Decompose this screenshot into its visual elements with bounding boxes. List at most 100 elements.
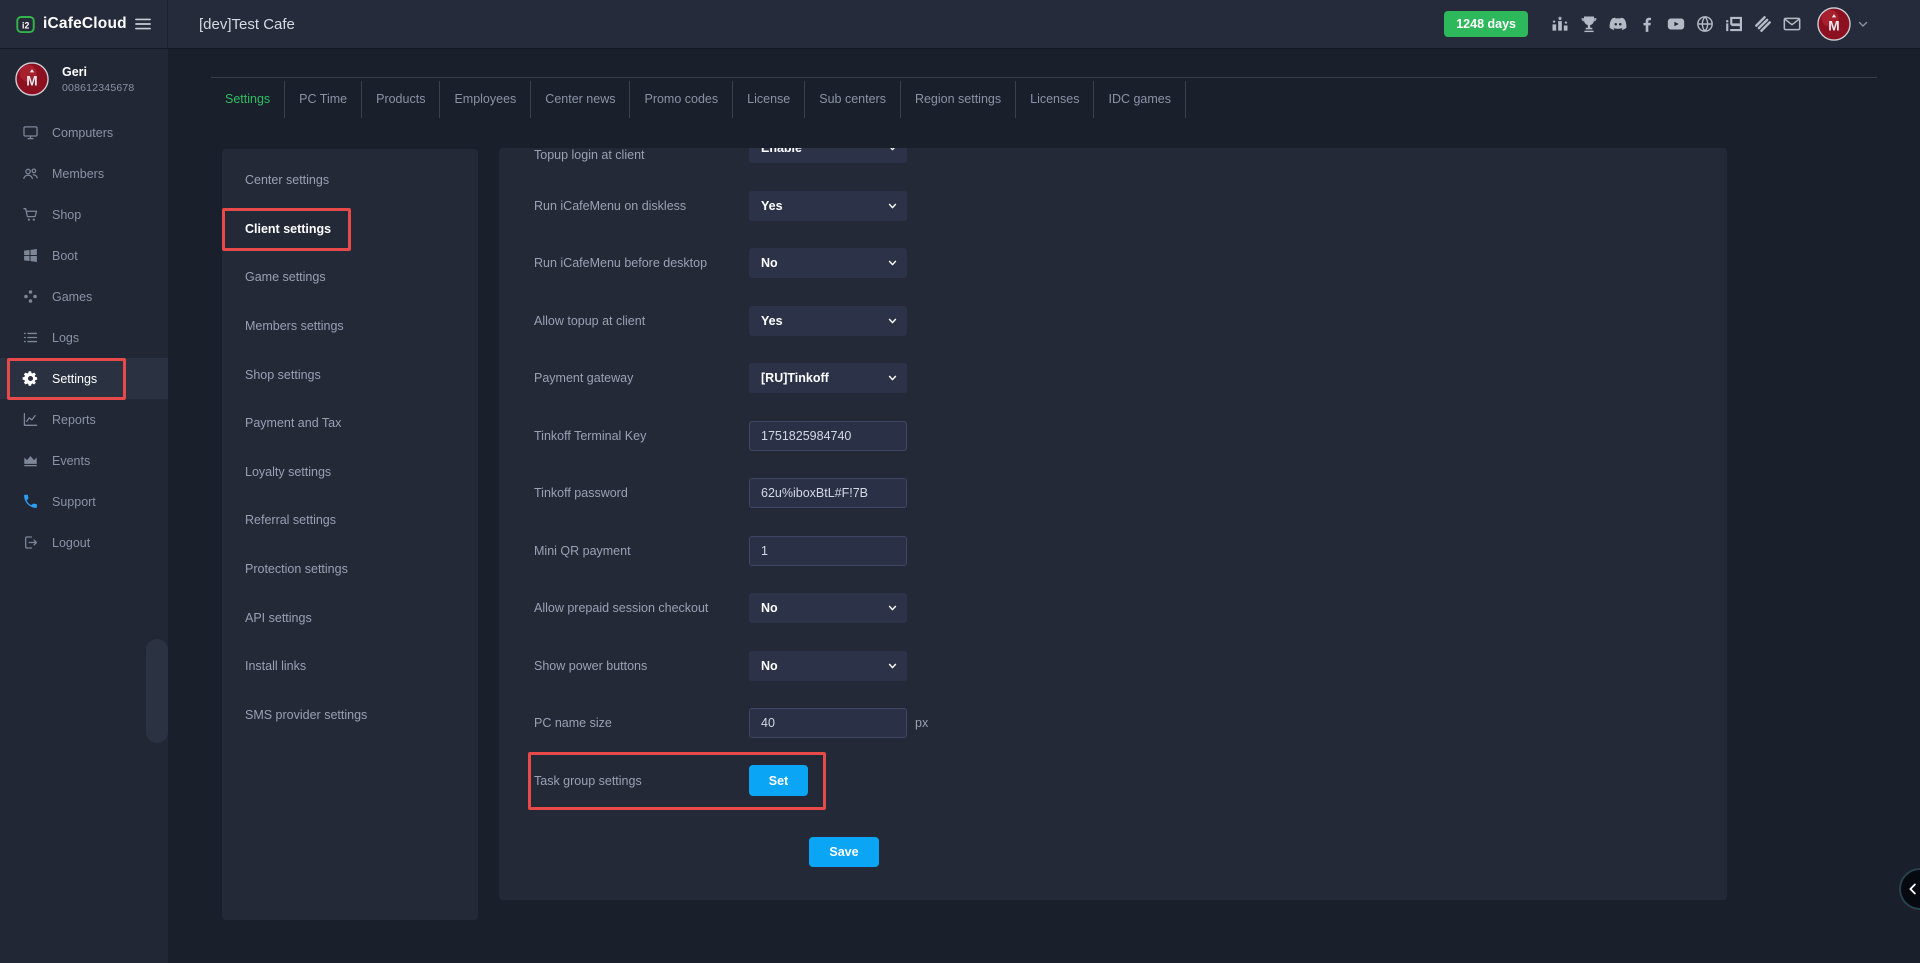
sidebar-item-members[interactable]: Members (0, 153, 168, 194)
chevron-left-icon (1904, 880, 1920, 898)
sidebar-item-games[interactable]: Games (0, 276, 168, 317)
save-button[interactable]: Save (809, 837, 879, 867)
submenu-item-shop-settings[interactable]: Shop settings (222, 350, 478, 399)
tab-pc-time[interactable]: PC Time (285, 81, 362, 118)
user-avatar[interactable]: M (1817, 7, 1851, 41)
app: i2 iCafeCloud [dev]Test Cafe 1248 days M… (0, 0, 1920, 963)
cart-icon (22, 206, 39, 223)
sidebar-item-reports[interactable]: Reports (0, 399, 168, 440)
user-avatar: M (15, 62, 49, 96)
sidebar-item-events[interactable]: Events (0, 440, 168, 481)
field-label: Run iCafeMenu before desktop (534, 256, 749, 270)
allow-prepaid-session-checkout-select[interactable]: No (749, 593, 907, 623)
form-row: Run iCafeMenu before desktopNo (534, 248, 1727, 278)
chevron-down-icon[interactable] (1856, 17, 1870, 31)
form-rows: Topup login at clientEnableRun iCafeMenu… (534, 148, 1727, 796)
mini-qr-payment-input[interactable]: 1 (749, 536, 907, 566)
form-row: Allow topup at clientYes (534, 306, 1727, 336)
tinkoff-password-input[interactable]: 62u%iboxBtL#F!7B (749, 478, 907, 508)
user-phone: 008612345678 (62, 82, 134, 94)
svg-text:M: M (26, 74, 37, 89)
tinkoff-terminal-key-input[interactable]: 1751825984740 (749, 421, 907, 451)
field-label: Payment gateway (534, 371, 749, 385)
gear-icon (22, 370, 39, 387)
submenu-item-referral-settings[interactable]: Referral settings (222, 496, 478, 545)
topup-login-at-client-select[interactable]: Enable (749, 148, 907, 163)
youtube-icon[interactable] (1666, 14, 1686, 34)
show-power-buttons-select[interactable]: No (749, 651, 907, 681)
submenu-item-game-settings[interactable]: Game settings (222, 253, 478, 302)
sidebar-item-settings[interactable]: Settings (0, 358, 168, 399)
field-label: PC name size (534, 716, 749, 730)
sidebar-item-logs[interactable]: Logs (0, 317, 168, 358)
sidebar-item-support[interactable]: Support (0, 481, 168, 522)
pc-name-size-input[interactable]: 40 (749, 708, 907, 738)
tab-idc-games[interactable]: IDC games (1094, 81, 1186, 118)
trophy-icon[interactable] (1579, 14, 1599, 34)
submenu-item-sms-provider-settings[interactable]: SMS provider settings (222, 691, 478, 740)
chevron-down-icon (887, 148, 898, 154)
tab-settings[interactable]: Settings (211, 81, 285, 118)
field-label: Mini QR payment (534, 544, 749, 558)
sidebar-item-label: Logout (52, 536, 90, 550)
sidebar-item-label: Boot (52, 249, 78, 263)
svg-text:M: M (1828, 19, 1839, 34)
tab-products[interactable]: Products (362, 81, 440, 118)
globe-icon[interactable] (1695, 14, 1715, 34)
header-icons (1550, 14, 1802, 34)
sidebar-item-shop[interactable]: Shop (0, 194, 168, 235)
tab-sub-centers[interactable]: Sub centers (805, 81, 901, 118)
icafecloud-logo-icon: i2 (15, 14, 36, 35)
submenu-item-center-settings[interactable]: Center settings (222, 156, 478, 205)
tab-center-news[interactable]: Center news (531, 81, 630, 118)
field-label: Allow topup at client (534, 314, 749, 328)
sidebar-item-label: Members (52, 167, 104, 181)
unit-label: px (915, 716, 928, 730)
submenu-item-api-settings[interactable]: API settings (222, 593, 478, 642)
user-block[interactable]: M Geri 008612345678 (0, 48, 168, 108)
chat-toggle-button[interactable] (1899, 868, 1920, 910)
menu-icon[interactable] (133, 14, 153, 34)
ranking-icon[interactable] (1550, 14, 1570, 34)
layers-icon[interactable] (1753, 14, 1773, 34)
submenu-item-protection-settings[interactable]: Protection settings (222, 545, 478, 594)
field-label: Task group settings (534, 774, 749, 788)
allow-topup-at-client-select[interactable]: Yes (749, 306, 907, 336)
submenu-item-client-settings[interactable]: Client settings (222, 205, 478, 254)
icafecloud-icon[interactable] (1724, 14, 1744, 34)
form-body: Topup login at clientEnableRun iCafeMenu… (499, 148, 1727, 900)
form-row: Payment gateway[RU]Tinkoff (534, 363, 1727, 393)
submenu-item-members-settings[interactable]: Members settings (222, 302, 478, 351)
set-button[interactable]: Set (749, 765, 808, 796)
scrollbar-thumb[interactable] (146, 639, 168, 743)
crown-icon (22, 452, 39, 469)
facebook-icon[interactable] (1637, 14, 1657, 34)
submenu-item-payment-and-tax[interactable]: Payment and Tax (222, 399, 478, 448)
mail-icon[interactable] (1782, 14, 1802, 34)
top-header: i2 iCafeCloud [dev]Test Cafe 1248 days M (0, 0, 1920, 49)
sidebar-item-boot[interactable]: Boot (0, 235, 168, 276)
tab-promo-codes[interactable]: Promo codes (630, 81, 733, 118)
payment-gateway-select[interactable]: [RU]Tinkoff (749, 363, 907, 393)
logo[interactable]: i2 iCafeCloud (0, 0, 168, 48)
field-label: Allow prepaid session checkout (534, 601, 749, 615)
tab-license[interactable]: License (733, 81, 805, 118)
run-icafemenu-on-diskless-select[interactable]: Yes (749, 191, 907, 221)
submenu-item-loyalty-settings[interactable]: Loyalty settings (222, 448, 478, 497)
discord-icon[interactable] (1608, 14, 1628, 34)
form-row: Tinkoff password62u%iboxBtL#F!7B (534, 478, 1727, 508)
sidebar-item-label: Computers (52, 126, 113, 140)
tab-licenses[interactable]: Licenses (1016, 81, 1094, 118)
submenu-item-install-links[interactable]: Install links (222, 642, 478, 691)
field-label: Show power buttons (534, 659, 749, 673)
sidebar-item-logout[interactable]: Logout (0, 522, 168, 563)
run-icafemenu-before-desktop-select[interactable]: No (749, 248, 907, 278)
monitor-icon (22, 124, 39, 141)
days-badge[interactable]: 1248 days (1444, 11, 1528, 37)
games-icon (22, 288, 39, 305)
sidebar-item-label: Games (52, 290, 92, 304)
sidebar-item-computers[interactable]: Computers (0, 112, 168, 153)
tab-region-settings[interactable]: Region settings (901, 81, 1016, 118)
tab-employees[interactable]: Employees (440, 81, 531, 118)
chevron-down-icon (887, 200, 898, 211)
